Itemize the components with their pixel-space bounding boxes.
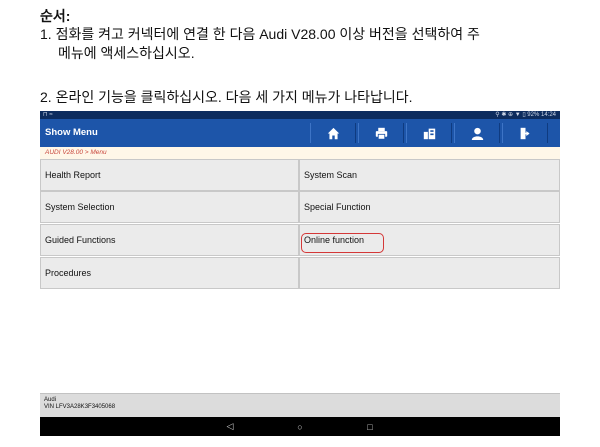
back-nav-icon[interactable]: ◁	[195, 421, 265, 432]
step-2-text: 2. 온라인 기능을 클릭하십시오. 다음 세 가지 메뉴가 나타납니다.	[40, 89, 413, 105]
recents-nav-icon[interactable]: □	[335, 422, 405, 432]
menu-item-special-function[interactable]: Special Function	[299, 191, 560, 223]
device-screenshot: ⊓ ≈ ⚲ ✱ ⊕ ▼ ▯ 92% 14:24 Show Menu AUDI V…	[40, 111, 560, 436]
home-icon	[327, 127, 339, 139]
vehicle-info-button[interactable]	[406, 123, 452, 143]
status-right: ⚲ ✱ ⊕ ▼ ▯ 92% 14:24	[495, 112, 556, 118]
menu-item-empty	[299, 257, 560, 289]
title-bar: Show Menu	[40, 119, 560, 147]
breadcrumb: AUDI V28.00 > Menu	[40, 147, 560, 159]
highlight-circle	[301, 233, 384, 253]
footer-make: Audi	[44, 397, 57, 403]
android-nav-bar: ◁ ○ □	[40, 417, 560, 436]
menu-item-guided-functions[interactable]: Guided Functions	[40, 224, 299, 256]
exit-button[interactable]	[502, 123, 548, 143]
status-left: ⊓ ≈	[43, 112, 53, 118]
exit-icon	[520, 127, 530, 139]
menu-item-system-selection[interactable]: System Selection	[40, 191, 299, 223]
content-area-blank	[40, 289, 560, 393]
vehicle-info-icon	[423, 128, 435, 139]
menu-item-health-report[interactable]: Health Report	[40, 159, 299, 191]
vehicle-footer: Audi VIN LFV3A28K3F3405068	[40, 393, 560, 417]
home-nav-icon[interactable]: ○	[265, 422, 335, 432]
menu-item-procedures[interactable]: Procedures	[40, 257, 299, 289]
step-1-line-1: 1. 점화를 켜고 커넥터에 연결 한 다음 Audi V28.00 이상 버전…	[40, 26, 480, 42]
footer-vin: VIN LFV3A28K3F3405068	[44, 404, 116, 410]
status-bar: ⊓ ≈ ⚲ ✱ ⊕ ▼ ▯ 92% 14:24	[40, 111, 560, 119]
page-title: Show Menu	[45, 127, 98, 138]
step-1-line-2: 메뉴에 액세스하십시오.	[58, 45, 195, 61]
menu-item-system-scan[interactable]: System Scan	[299, 159, 560, 191]
step-1-text: 1. 점화를 켜고 커넥터에 연결 한 다음 Audi V28.00 이상 버전…	[40, 25, 480, 63]
user-icon	[471, 127, 483, 140]
print-button[interactable]	[358, 123, 404, 143]
section-heading: 순서:	[40, 8, 71, 24]
printer-icon	[375, 127, 387, 140]
user-button[interactable]	[454, 123, 500, 143]
home-button[interactable]	[310, 123, 356, 143]
